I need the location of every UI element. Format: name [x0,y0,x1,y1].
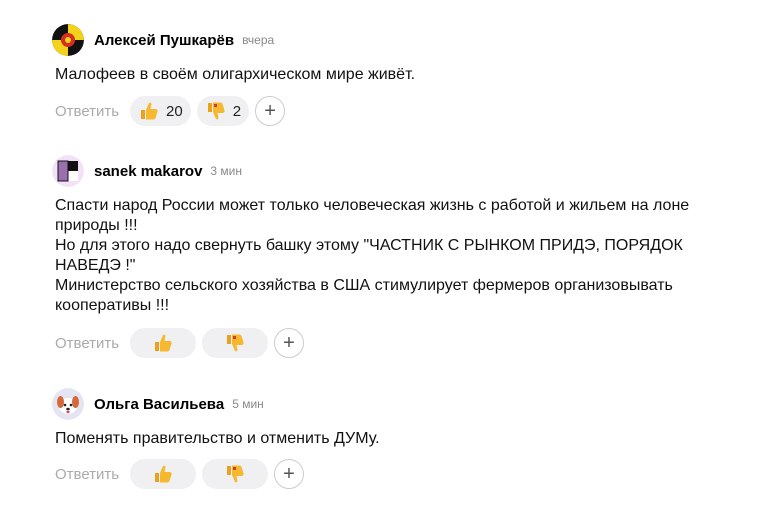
comment-time: вчера [242,33,275,47]
add-reaction-button[interactable]: + [274,459,304,489]
avatar[interactable] [52,155,84,187]
comment-text: Поменять правительство и отменить ДУМу. [55,429,715,449]
thumbs-down-icon [227,334,244,352]
comment-header: Ольга Васильева 5 мин [52,386,264,422]
avatar[interactable] [52,24,84,56]
comment-line: Но для этого надо свернуть башку этому "… [55,237,688,274]
comment-line: Малофеев в своём олигархическом мире жив… [55,66,416,83]
dislike-button[interactable]: 2 [196,96,250,126]
reply-button[interactable]: Ответить [55,466,130,483]
comment-header: sanek makarov 3 мин [52,153,242,189]
thumbs-up-icon [155,334,172,352]
reply-button[interactable]: Ответить [55,103,130,120]
comment-header: Алексей Пушкарёв вчера [52,22,274,58]
comment-text: Спасти народ России может только человеч… [55,196,715,316]
comment-actions: Ответить + [55,458,304,490]
plus-icon: + [283,331,295,354]
like-button[interactable] [130,328,196,358]
comment-line: Спасти народ России может только человеч… [55,197,694,234]
reply-button[interactable]: Ответить [55,335,130,352]
plus-icon: + [283,462,295,485]
like-button[interactable]: 20 [130,96,191,126]
like-count: 20 [166,102,183,120]
thumbs-up-icon [155,465,172,483]
dislike-count: 2 [232,102,242,120]
avatar[interactable] [52,388,84,420]
dislike-button[interactable] [202,328,268,358]
comment-actions: Ответить 20 2 + [55,95,286,127]
like-button[interactable] [130,459,196,489]
comment-time: 5 мин [232,397,264,411]
comment-line: Поменять правительство и отменить ДУМу. [55,430,380,447]
thumbs-down-icon [207,102,225,120]
comment-text: Малофеев в своём олигархическом мире жив… [55,65,715,85]
author-name[interactable]: Ольга Васильева [94,396,224,413]
comment-line: Министерство сельского хозяйства в США с… [55,277,678,314]
comment-time: 3 мин [210,164,242,178]
dislike-button[interactable] [202,459,268,489]
plus-icon: + [264,99,276,122]
thumbs-up-icon [141,102,158,120]
comment-actions: Ответить + [55,327,304,359]
thumbs-down-icon [227,465,244,483]
author-name[interactable]: Алексей Пушкарёв [94,32,234,49]
add-reaction-button[interactable]: + [255,96,286,126]
author-name[interactable]: sanek makarov [94,163,202,180]
add-reaction-button[interactable]: + [274,328,304,358]
